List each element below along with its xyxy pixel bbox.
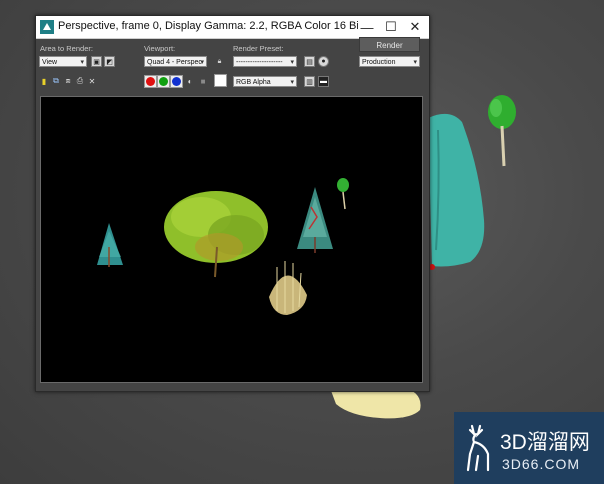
green-bush-render bbox=[164, 191, 268, 278]
production-dropdown[interactable]: Production ▾ bbox=[359, 56, 420, 67]
alpha-display-icon[interactable]: ◐ bbox=[185, 76, 195, 86]
render-canvas bbox=[40, 96, 423, 383]
toggle-ui-overlay-icon[interactable]: ▥ bbox=[304, 76, 315, 87]
title-bar[interactable]: Perspective, frame 0, Display Gamma: 2.2… bbox=[36, 16, 429, 39]
auto-region-icon[interactable]: ◩ bbox=[104, 56, 115, 67]
channel-display-dropdown[interactable]: RGB Alpha ▾ bbox=[233, 76, 297, 87]
maximize-button[interactable]: ☐ bbox=[378, 16, 404, 38]
watermark-logo: 3D溜溜网 3D66.COM bbox=[454, 412, 604, 484]
willow-render bbox=[269, 261, 307, 315]
chevron-down-icon: ▾ bbox=[200, 59, 204, 66]
minimize-icon: — bbox=[360, 19, 374, 35]
save-image-icon[interactable]: ▮ bbox=[39, 76, 49, 86]
area-to-render-label: Area to Render: bbox=[40, 44, 93, 53]
teal-conifer-render bbox=[97, 223, 123, 267]
small-lollipop-render bbox=[337, 178, 349, 210]
close-icon: ✕ bbox=[409, 19, 421, 34]
watermark-title: 3D溜溜网 bbox=[500, 431, 590, 454]
lock-icon[interactable]: 🔒︎ bbox=[214, 56, 225, 67]
red-channel-icon bbox=[146, 77, 155, 86]
edit-region-icon[interactable]: ▣ bbox=[91, 56, 102, 67]
blue-channel-icon bbox=[172, 77, 181, 86]
clear-icon[interactable]: ✕ bbox=[87, 76, 97, 86]
area-to-render-dropdown[interactable]: View ▾ bbox=[39, 56, 87, 67]
color-swatch[interactable] bbox=[214, 74, 227, 87]
viewport-label: Viewport: bbox=[144, 44, 176, 53]
render-preset-dropdown[interactable]: -------------------- ▾ bbox=[233, 56, 297, 67]
watermark-subtitle: 3D66.COM bbox=[502, 456, 581, 472]
render-button[interactable]: Render bbox=[359, 37, 420, 52]
minimize-button[interactable]: — bbox=[354, 16, 380, 38]
3dsmax-app-icon bbox=[40, 20, 54, 34]
environment-icon[interactable]: ● bbox=[318, 56, 329, 67]
render-setup-icon[interactable]: ▤ bbox=[304, 56, 315, 67]
print-image-icon[interactable]: ⎙ bbox=[75, 76, 85, 86]
deer-icon bbox=[466, 424, 490, 472]
window-title: Perspective, frame 0, Display Gamma: 2.2… bbox=[58, 20, 358, 32]
pine-tree-render bbox=[297, 187, 333, 253]
viewport-dropdown[interactable]: Quad 4 - Perspec ▾ bbox=[144, 56, 207, 67]
chevron-down-icon: ▾ bbox=[413, 59, 417, 66]
close-button[interactable]: ✕ bbox=[402, 16, 428, 38]
render-frame-window[interactable]: Perspective, frame 0, Display Gamma: 2.2… bbox=[35, 15, 430, 392]
chevron-down-icon: ▾ bbox=[80, 59, 84, 66]
rendered-trees-image bbox=[97, 178, 349, 315]
render-preset-label: Render Preset: bbox=[233, 44, 284, 53]
chevron-down-icon: ▾ bbox=[290, 79, 294, 86]
clone-window-icon[interactable]: ⧈ bbox=[63, 76, 73, 86]
maximize-icon: ☐ bbox=[385, 19, 397, 34]
toggle-ui-icon[interactable]: ▬ bbox=[318, 76, 329, 87]
copy-image-icon[interactable]: ⧉ bbox=[51, 76, 61, 86]
green-channel-icon bbox=[159, 77, 168, 86]
chevron-down-icon: ▾ bbox=[290, 59, 294, 66]
monochrome-icon[interactable]: ■ bbox=[198, 76, 208, 86]
